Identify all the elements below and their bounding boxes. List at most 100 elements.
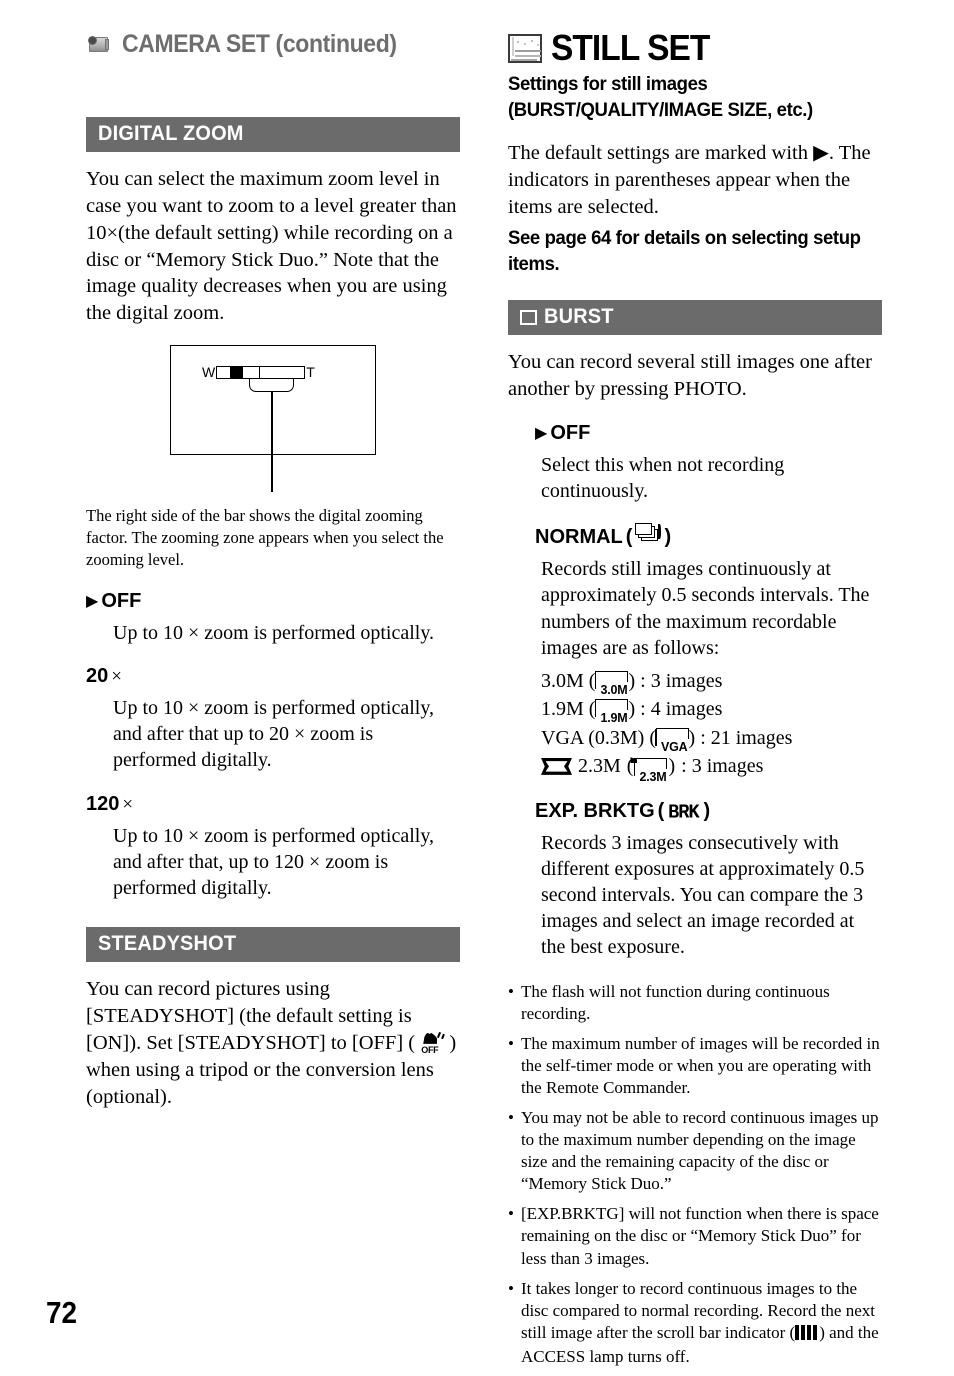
bullet-dot: • [508,1033,514,1053]
burst-option-body-exp-brktg: Records 3 images consecutively with diff… [541,831,865,959]
note-text: The maximum number of images will be rec… [520,1033,880,1097]
size-row: 1.9M (1.9M) : 4 images [541,695,882,725]
size-result: : 3 images [681,755,764,778]
note-text: The flash will not function during conti… [520,981,830,1023]
section-title-digital-zoom: DIGITAL ZOOM [98,122,244,145]
option-heading-off: ▶ OFF [86,590,460,613]
option-label: NORMAL [535,526,623,549]
option-body-20x: Up to 10 × zoom is performed optically, … [113,697,435,772]
paren-close: ) [703,799,711,822]
size-name: 1.9M [541,698,584,721]
burst-frames-icon [635,523,662,543]
option-heading-20x: 20 × [86,665,460,688]
option-label: OFF [101,589,142,612]
note-item: • You may not be able to record continuo… [508,1107,882,1195]
multiply-sign: × [122,793,134,815]
white-square-icon [520,309,537,325]
size-row: 2.3M (2.3M) : 3 images [541,752,882,784]
multiply-sign: × [111,666,122,688]
size-result: : 3 images [640,670,723,693]
option-body-120x: Up to 10 × zoom is performed optically, … [113,824,435,899]
still-image-icon [508,33,542,63]
steadyshot-body: You can record pictures using [STEADYSHO… [86,976,460,1110]
burst-option-body-normal: Records still images continuously at app… [541,558,870,659]
still-set-intro: The default settings are marked with ▶. … [508,141,871,218]
paren-close: ) [668,755,676,778]
still-set-title: STILL SET [551,27,710,68]
still-set-header: STILL SET [508,30,882,66]
left-column: CAMERA SET (continued) DIGITAL ZOOM You … [86,30,460,1110]
note-text: It takes longer to record continuous ima… [521,1278,882,1368]
burst-option-heading-off: ▶ OFF [535,422,882,445]
manual-page: CAMERA SET (continued) DIGITAL ZOOM You … [0,0,954,1366]
paren-open: ( [626,755,634,778]
section-title-steadyshot: STEADYSHOT [98,932,237,956]
scroll-bar-indicator-icon [795,1324,819,1346]
section-title-burst: BURST [544,305,614,329]
zoom-bar-marker [230,366,244,378]
zoom-zone-brace [249,379,294,393]
steadyshot-off-icon-label: OFF [421,1044,439,1055]
still-set-subtitle-line-1: Settings for still images [508,73,708,95]
size-name: 3.0M [541,670,584,693]
burst-option-heading-normal: NORMAL ( ) [535,523,882,549]
image-size-icon-label: 2.3M [639,769,667,784]
wide-label: W [202,364,216,381]
zoom-bar: W T [202,365,315,379]
size-name: VGA (0.3M) [541,726,645,749]
note-item: • The maximum number of images will be r… [508,1033,882,1099]
image-size-icon-label: 1.9M [600,711,628,726]
section-bar-burst: BURST [508,300,882,336]
size-result: : 4 images [640,698,723,721]
burst-intro: You can record several still images one … [508,351,872,401]
image-size-icon-label: VGA [661,739,688,754]
paren-open: ( [657,799,665,822]
note-item: • The flash will not function during con… [508,981,882,1025]
right-column: STILL SET Settings for still images (BUR… [508,30,882,1376]
chapter-title: CAMERA SET (continued) [122,30,397,58]
bullet-dot: • [508,1204,514,1224]
chapter-header: CAMERA SET (continued) [86,30,460,59]
image-size-icon-1-9m: 1.9M [594,699,629,725]
note-text: [EXP.BRKTG] will not function when there… [520,1204,879,1268]
size-name: 2.3M [578,755,621,778]
paren-close: ) [664,526,672,549]
image-size-icon-2-3m-wide: 2.3M [633,757,668,784]
exposure-bracketing-icon: BRK [668,801,700,823]
option-heading-120x: 120 × [86,793,460,816]
note-text: You may not be able to record continuous… [520,1108,879,1194]
zoom-level-bar [216,365,306,379]
bullet-dot: • [508,1108,514,1127]
camcorder-icon [86,34,112,55]
still-set-subtitle-line-2: (BURST/QUALITY/IMAGE SIZE, etc.) [508,98,813,121]
option-label: EXP. BRKTG [535,799,655,822]
size-row: 3.0M (3.0M) : 3 images [541,667,882,698]
paren-close: ) [628,670,636,693]
digital-zoom-zone [260,366,305,378]
widescreen-icon [541,757,572,775]
burst-option-body-off: Select this when not recording continuou… [541,453,785,503]
page-number: 72 [46,1295,78,1330]
default-marker-triangle: ▶ [86,590,99,610]
tele-label: T [306,364,315,381]
see-page-note: See page 64 for details on selecting set… [508,227,861,276]
paren-open: ( [625,526,633,549]
paren-close: ) [688,726,696,749]
bullet-dot: • [508,981,514,1001]
zoom-bar-figure: W T [170,345,376,493]
notes-list: • The flash will not function during con… [508,981,882,1369]
section-bar-steadyshot: STEADYSHOT [86,927,460,963]
note-item: • [EXP.BRKTG] will not function when the… [508,1203,882,1269]
figure-caption: The right side of the bar shows the digi… [86,506,444,569]
option-label: 20 [86,665,109,688]
note-item-scrollbar: • It takes longer to record continuous i… [508,1278,882,1368]
option-label: 120 [86,792,120,815]
size-result: : 21 images [700,726,793,749]
image-size-icon-label: 3.0M [600,683,628,698]
digital-zoom-intro: You can select the maximum zoom level in… [86,168,457,325]
paren-close: ) [628,698,636,721]
section-bar-digital-zoom: DIGITAL ZOOM [86,117,460,152]
option-body-off: Up to 10 × zoom is performed optically. [113,621,435,644]
burst-size-list: 3.0M (3.0M) : 3 images 1.9M (1.9M) : 4 i… [508,667,882,784]
burst-option-heading-exp-brktg: EXP. BRKTG ( BRK ) [535,800,882,823]
